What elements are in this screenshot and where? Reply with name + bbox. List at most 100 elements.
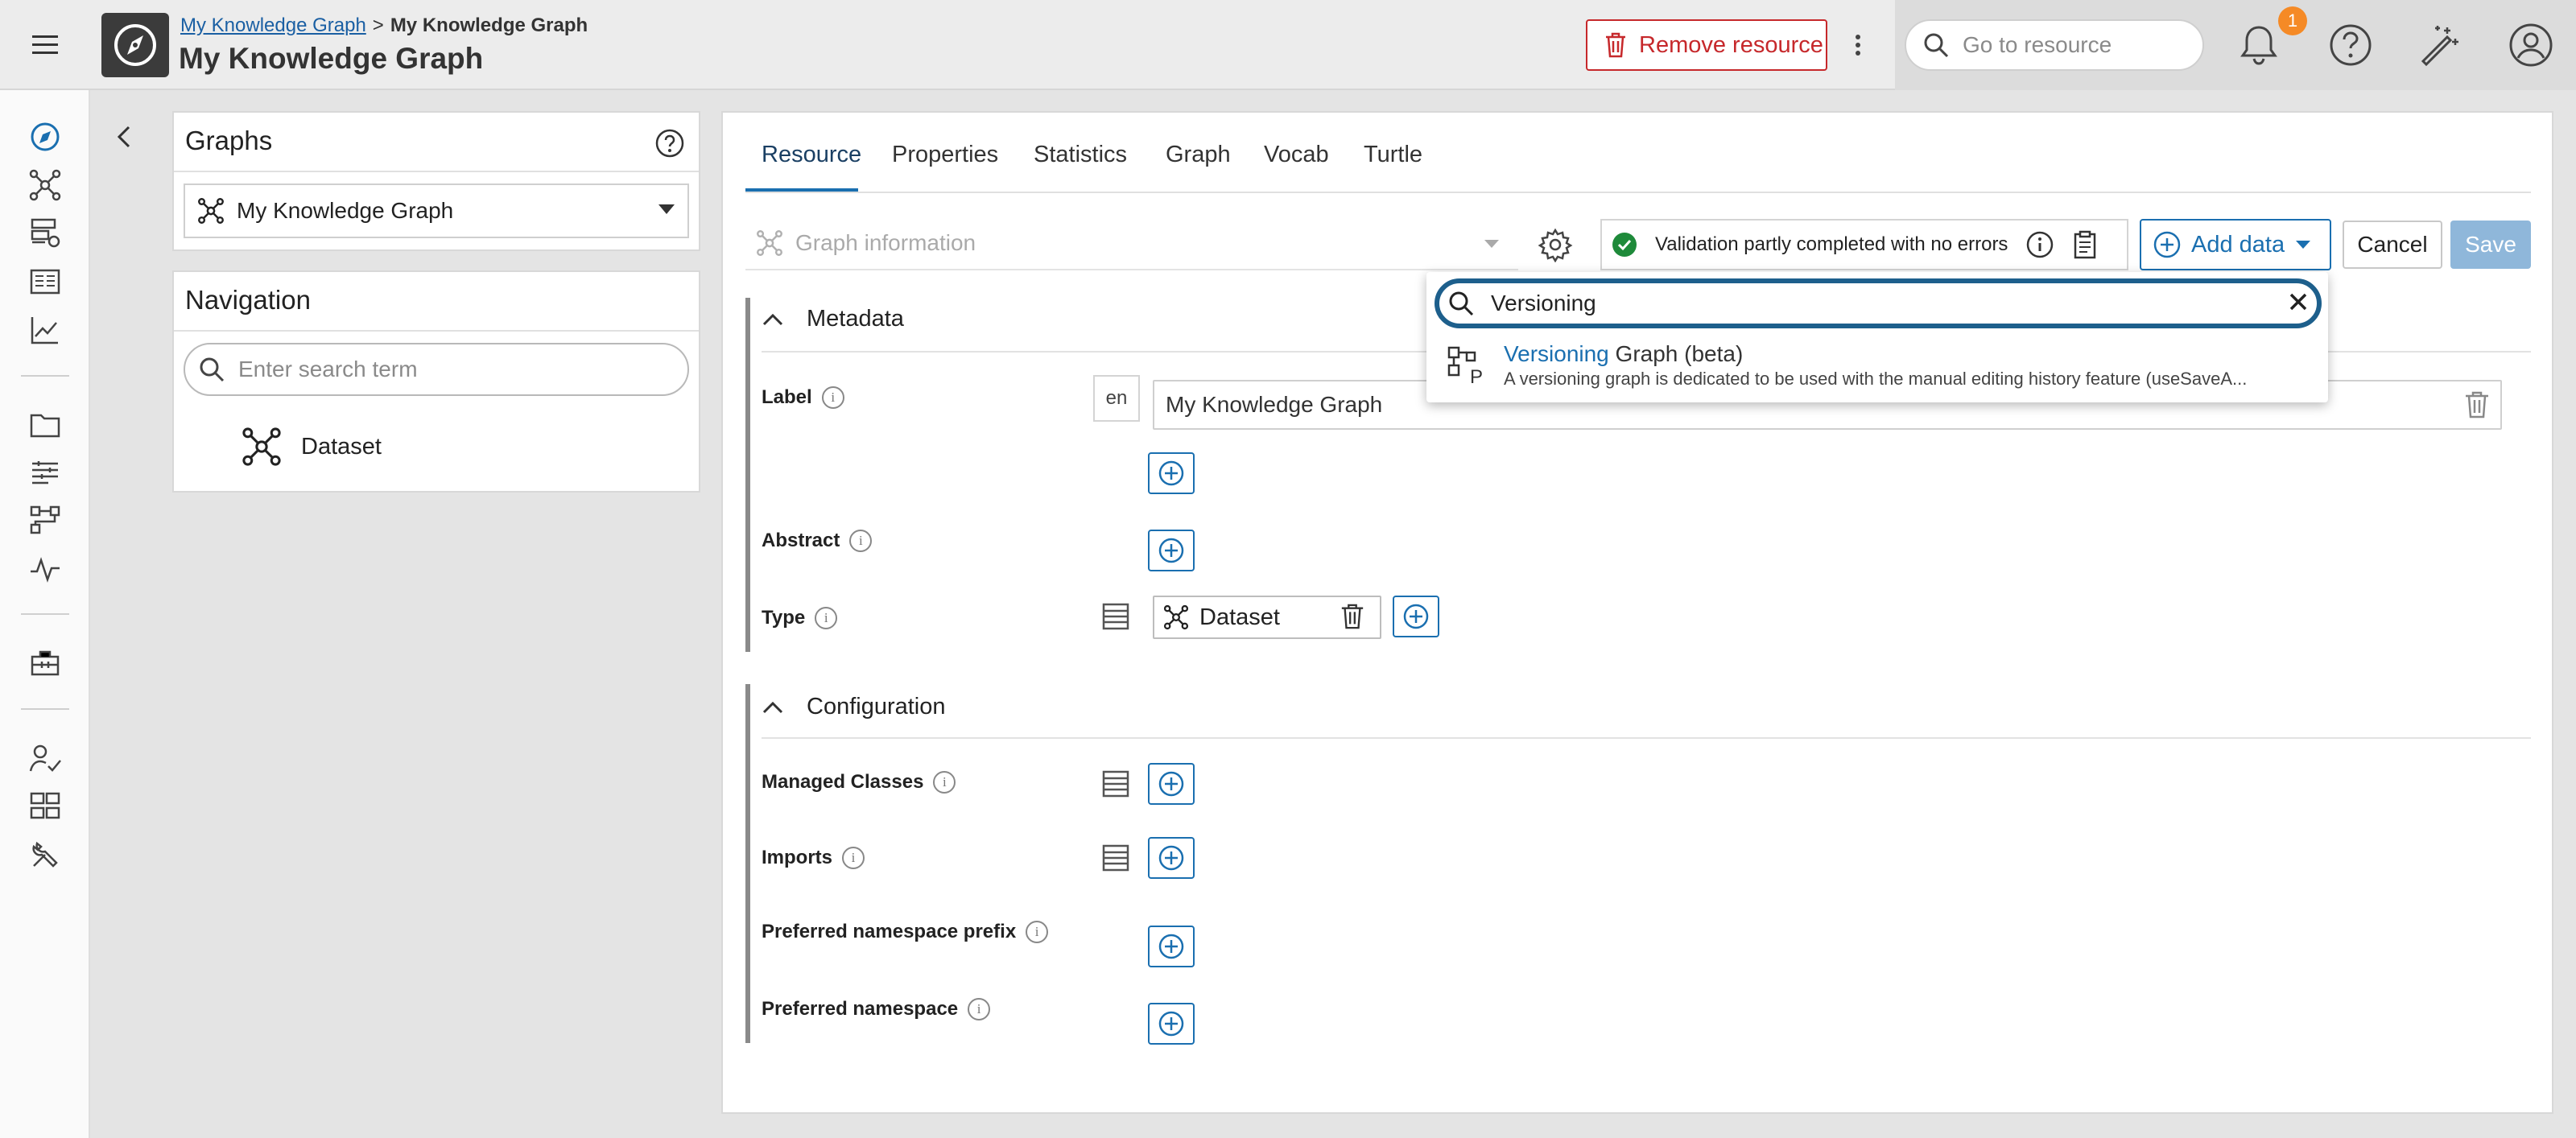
remove-resource-button[interactable]: Remove resource bbox=[1586, 19, 1827, 71]
more-options-icon[interactable] bbox=[1848, 29, 1868, 61]
language-tag[interactable]: en bbox=[1093, 375, 1140, 422]
validation-status: Validation partly completed with no erro… bbox=[1600, 219, 2128, 270]
metadata-section-header[interactable]: Metadata bbox=[762, 306, 904, 332]
filter-list-icon[interactable] bbox=[27, 454, 63, 489]
info-icon[interactable]: i bbox=[842, 847, 865, 869]
configuration-section-header[interactable]: Configuration bbox=[762, 694, 946, 720]
go-to-resource-search[interactable] bbox=[1905, 19, 2204, 71]
add-type-plus-button[interactable] bbox=[1393, 596, 1439, 637]
info-icon[interactable]: i bbox=[968, 998, 991, 1020]
info-icon[interactable]: i bbox=[1026, 921, 1049, 943]
info-icon[interactable]: i bbox=[821, 386, 844, 409]
tab-resource[interactable]: Resource bbox=[762, 142, 861, 168]
option-description: A versioning graph is dedicated to be us… bbox=[1504, 369, 2248, 389]
chevron-up-icon bbox=[762, 699, 784, 715]
navigation-panel-divider bbox=[174, 330, 699, 332]
info-icon[interactable]: i bbox=[849, 530, 873, 552]
popup-search-input[interactable] bbox=[1491, 291, 2264, 316]
clear-search-close-icon[interactable] bbox=[2286, 290, 2310, 314]
analytics-chart-icon[interactable] bbox=[27, 312, 63, 348]
tab-graph[interactable]: Graph bbox=[1166, 142, 1231, 168]
add-circle-icon bbox=[2153, 230, 2182, 259]
success-check-icon bbox=[1612, 232, 1637, 258]
caret-down-icon bbox=[657, 203, 676, 216]
clipboard-icon[interactable] bbox=[2072, 230, 2098, 259]
save-button[interactable]: Save bbox=[2450, 221, 2531, 269]
breadcrumb-separator: > bbox=[372, 14, 384, 36]
add-data-button[interactable]: Add data bbox=[2140, 219, 2331, 270]
settings-gear-icon[interactable] bbox=[1538, 227, 1573, 262]
hamburger-menu-icon[interactable] bbox=[24, 29, 66, 61]
integrations-icon[interactable] bbox=[27, 645, 63, 681]
search-icon bbox=[1922, 31, 1950, 59]
breadcrumb-link[interactable]: My Knowledge Graph bbox=[180, 14, 366, 36]
tab-turtle[interactable]: Turtle bbox=[1364, 142, 1422, 168]
user-management-icon[interactable] bbox=[27, 740, 63, 776]
add-import-plus-button[interactable] bbox=[1148, 837, 1195, 879]
go-to-resource-input[interactable] bbox=[1963, 32, 2188, 58]
graph-network-icon[interactable] bbox=[27, 167, 63, 203]
navigation-item-label: Dataset bbox=[301, 433, 382, 460]
add-namespace-plus-button[interactable] bbox=[1148, 1003, 1195, 1045]
breadcrumb-current: My Knowledge Graph bbox=[390, 14, 588, 36]
graph-select-dropdown[interactable]: My Knowledge Graph bbox=[184, 183, 689, 238]
add-label-plus-button[interactable] bbox=[1148, 452, 1195, 494]
page-title: My Knowledge Graph bbox=[179, 42, 484, 75]
delete-type-trash-icon[interactable] bbox=[1340, 602, 1365, 631]
add-abstract-plus-button[interactable] bbox=[1148, 530, 1195, 571]
tab-statistics[interactable]: Statistics bbox=[1034, 142, 1127, 168]
navigation-panel-title: Navigation bbox=[185, 285, 311, 315]
navigation-item-dataset[interactable]: Dataset bbox=[240, 425, 382, 468]
tab-properties[interactable]: Properties bbox=[892, 142, 998, 168]
versioning-graph-option[interactable]: P Versioning Graph (beta) A versioning g… bbox=[1435, 333, 2320, 398]
metadata-section-title: Metadata bbox=[807, 306, 904, 332]
magic-wand-icon[interactable] bbox=[2415, 21, 2463, 69]
option-title-highlight: Versioning bbox=[1504, 341, 1609, 366]
navigation-search-input[interactable] bbox=[238, 357, 673, 382]
rail-divider bbox=[21, 708, 69, 710]
preferred-prefix-label: Preferred namespace prefix i bbox=[762, 921, 1049, 943]
dashboard-grid-icon[interactable] bbox=[27, 789, 63, 824]
graph-network-icon bbox=[755, 229, 784, 258]
list-view-icon[interactable] bbox=[1101, 602, 1130, 631]
add-prefix-plus-button[interactable] bbox=[1148, 926, 1195, 967]
add-managed-class-plus-button[interactable] bbox=[1148, 763, 1195, 805]
help-icon[interactable] bbox=[2326, 21, 2375, 69]
list-view-icon[interactable] bbox=[1101, 769, 1130, 798]
cancel-button[interactable]: Cancel bbox=[2343, 221, 2442, 269]
configuration-section-bar bbox=[745, 684, 750, 1043]
workflow-icon[interactable] bbox=[27, 502, 63, 538]
settings-tools-icon[interactable] bbox=[27, 837, 63, 872]
data-view-icon[interactable] bbox=[27, 216, 63, 251]
svg-text:P: P bbox=[1470, 366, 1483, 386]
caret-down-icon bbox=[2294, 239, 2312, 250]
activity-icon[interactable] bbox=[27, 550, 63, 586]
preferred-namespace-label: Preferred namespace i bbox=[762, 998, 991, 1020]
list-view-icon[interactable] bbox=[1101, 843, 1130, 872]
graph-information-select[interactable]: Graph information bbox=[745, 217, 1518, 270]
info-icon[interactable]: i bbox=[933, 771, 956, 794]
dataset-graph-icon bbox=[240, 425, 283, 468]
label-field-label: Label i bbox=[762, 386, 844, 409]
delete-label-trash-icon[interactable] bbox=[2463, 390, 2491, 420]
tab-vocab[interactable]: Vocab bbox=[1264, 142, 1329, 168]
abstract-field-label: Abstract i bbox=[762, 530, 873, 552]
configuration-section-title: Configuration bbox=[807, 694, 946, 719]
popup-search[interactable] bbox=[1435, 278, 2322, 328]
app-logo-compass-icon bbox=[101, 13, 169, 77]
metadata-section-bar bbox=[745, 298, 750, 652]
breadcrumb: My Knowledge Graph > My Knowledge Graph bbox=[180, 14, 588, 37]
validation-info-icon[interactable] bbox=[2025, 230, 2054, 259]
navigation-search[interactable] bbox=[184, 343, 689, 396]
folder-icon[interactable] bbox=[27, 407, 63, 443]
document-list-icon[interactable] bbox=[27, 264, 63, 299]
type-field-text: Type bbox=[762, 607, 806, 629]
remove-resource-label: Remove resource bbox=[1639, 31, 1823, 58]
trash-icon bbox=[1604, 31, 1628, 59]
info-icon[interactable]: i bbox=[815, 607, 838, 629]
explore-compass-icon[interactable] bbox=[27, 119, 63, 155]
collapse-panel-chevron-icon[interactable] bbox=[113, 122, 137, 151]
notifications-bell-icon[interactable] bbox=[2235, 21, 2283, 69]
graphs-help-icon[interactable] bbox=[654, 127, 686, 159]
user-account-icon[interactable] bbox=[2507, 21, 2555, 69]
